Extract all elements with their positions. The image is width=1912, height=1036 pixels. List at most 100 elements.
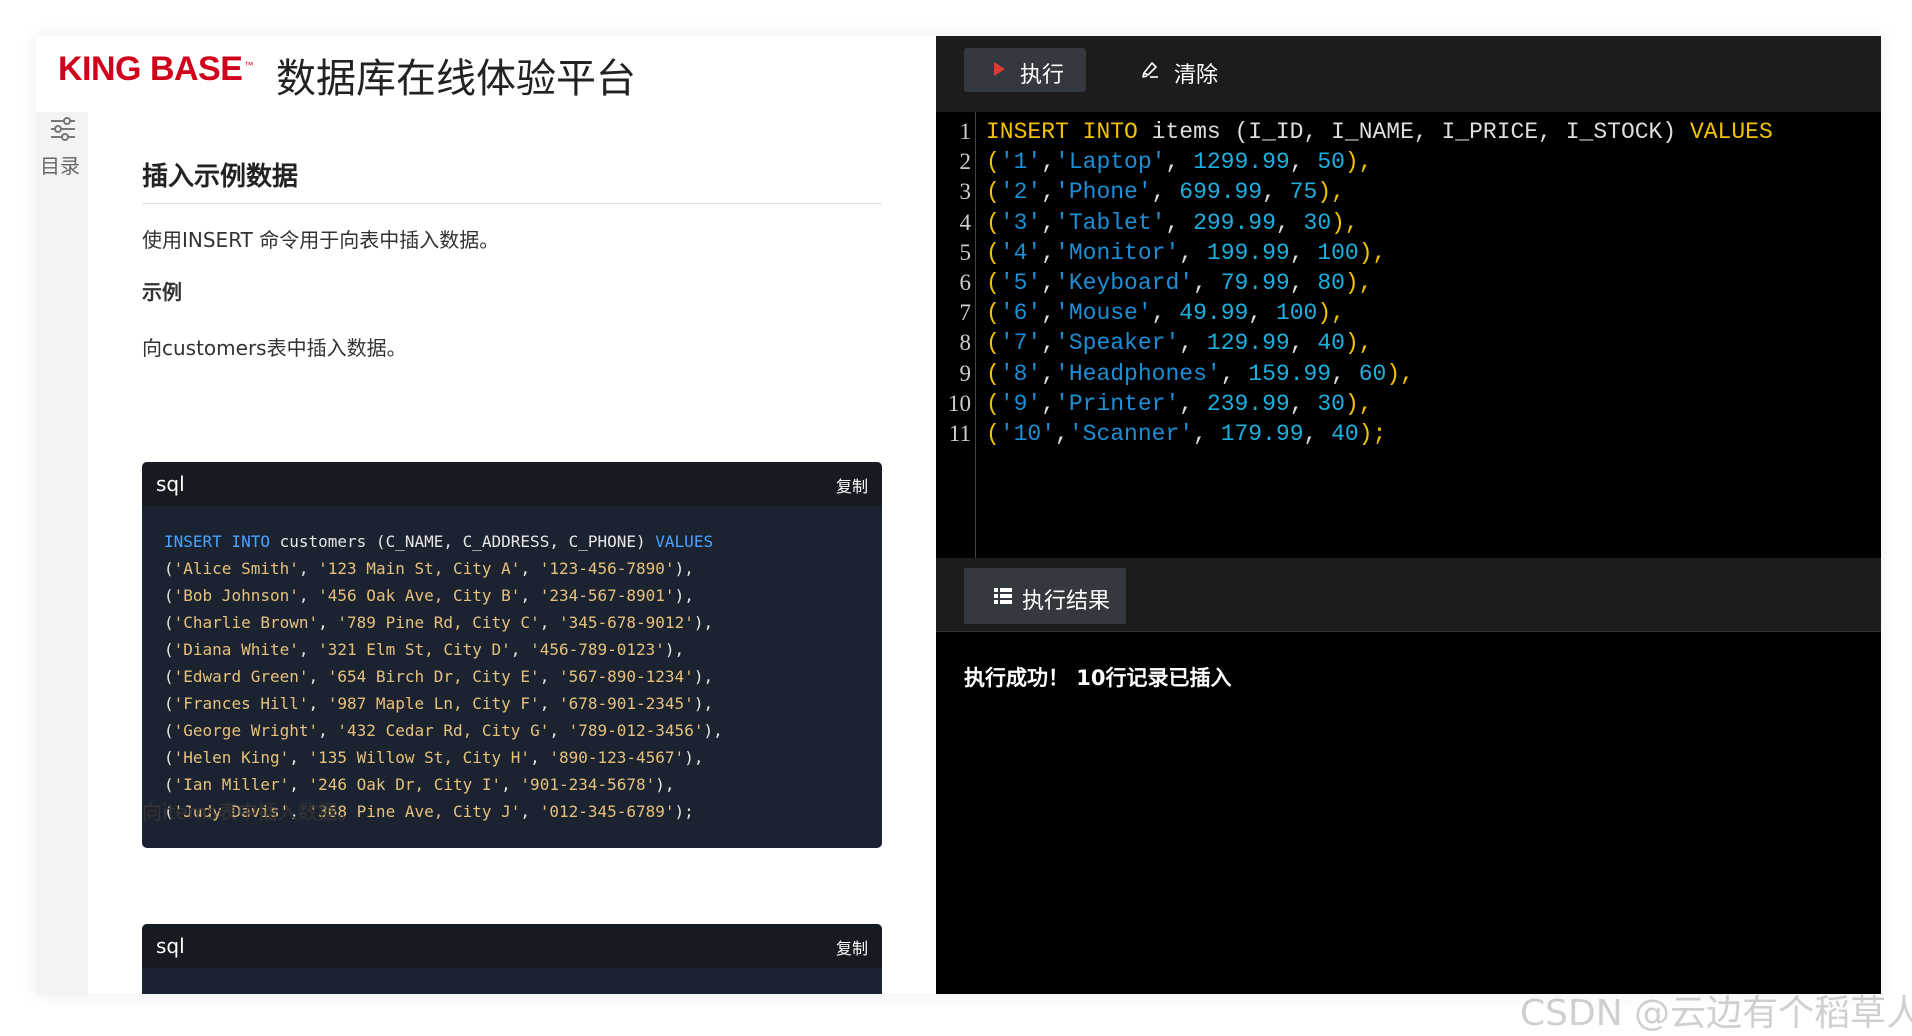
sql-string: 'Keyboard' (1055, 270, 1194, 296)
sql-string: '678-901-2345' (558, 694, 694, 713)
sql-punct: ), (1358, 239, 1387, 266)
sql-string: 'Speaker' (1055, 330, 1180, 357)
sql-punct: , (1041, 179, 1056, 206)
code-line: INSERT INTO items (I_ID, I_NAME, I_PRICE… (164, 990, 882, 994)
sql-punct: , (520, 586, 540, 605)
sql-string: '2' (999, 179, 1042, 206)
sliders-icon (51, 117, 75, 141)
sql-punct: , (308, 694, 328, 713)
sql-punct: , (1262, 179, 1290, 206)
sql-punct: , (298, 559, 319, 578)
sql-string: '9' (999, 390, 1042, 417)
sql-string: '432 Cedar Rd, City G' (337, 721, 550, 740)
customers-caption: 向customers表中插入数据。 (142, 336, 407, 360)
code-block-items: sql 复制 INSERT INTO items (I_ID, I_NAME, … (142, 924, 882, 994)
sql-number: 100 (1317, 239, 1359, 266)
sql-string: 'Tablet' (1055, 209, 1166, 236)
sql-string: '7' (999, 330, 1042, 357)
code-line: ('Alice Smith', '123 Main St, City A', '… (164, 555, 882, 582)
clear-button[interactable]: 清除 (1132, 48, 1232, 92)
sql-punct: , (1179, 239, 1207, 266)
editor-line: ('4','Monitor', 199.99, 100), (986, 240, 1386, 266)
sql-string: '234-567-8901' (539, 586, 675, 605)
sql-punct: ), (693, 694, 714, 713)
sql-punct: , (1289, 270, 1318, 296)
sql-number: 40 (1331, 421, 1359, 447)
section-heading: 插入示例数据 (142, 156, 882, 204)
items-caption: 向items表中插入数据。 (142, 800, 358, 824)
sql-number: 199.99 (1206, 239, 1290, 266)
sql-keyword: INTO (1082, 119, 1138, 145)
code-body: INSERT INTO items (I_ID, I_NAME, I_PRICE… (142, 968, 882, 994)
sql-editor[interactable]: 1 2 3 4 5 6 7 8 9 10 11 INSERT INTO items (I_ID, I… (936, 112, 1881, 558)
editor-line: ('5','Keyboard', 79.99, 80), (986, 270, 1373, 296)
sql-identifier: customers (C_NAME, C_ADDRESS, C_PHONE) (269, 532, 656, 551)
code-lang-label: sql (156, 934, 185, 958)
sql-number: 30 (1317, 390, 1345, 417)
sql-punct: , (530, 748, 550, 767)
sql-keyword: INSERT (986, 119, 1069, 145)
sql-punct: , (1303, 421, 1332, 447)
sql-string: 'Headphones' (1055, 360, 1221, 387)
editor-line: ('3','Tablet', 299.99, 30), (986, 210, 1359, 236)
copy-button[interactable]: 复制 (836, 473, 868, 497)
sql-punct: ( (986, 179, 1000, 206)
editor-line: ('2','Phone', 699.99, 75), (986, 179, 1345, 205)
sql-punct: ), (1344, 330, 1373, 357)
tab-results[interactable]: 执行结果 (964, 568, 1126, 624)
sql-punct: , (1193, 421, 1221, 447)
code-line: ('Ian Miller', '246 Oak Dr, City I', '90… (164, 771, 882, 798)
editor-line: INSERT INTO items (I_ID, I_NAME, I_PRICE… (986, 119, 1773, 145)
copy-button[interactable]: 复制 (836, 935, 868, 959)
sql-punct: ( (986, 360, 1000, 387)
sql-punct: , (1041, 270, 1056, 296)
sql-punct: , (549, 721, 569, 740)
sql-punct: , (520, 802, 540, 821)
toc-toggle[interactable]: 目录 (36, 112, 88, 994)
sql-string: 'Monitor' (1055, 239, 1180, 266)
code-line: ('Helen King', '135 Willow St, City H', … (164, 744, 882, 771)
site-title: 数据库在线体验平台 (276, 56, 636, 102)
line-number: 6 (959, 270, 972, 295)
sql-punct: ( (986, 390, 1000, 417)
play-icon (994, 62, 1005, 76)
sql-punct: ), (674, 586, 694, 605)
sql-keyword: VALUES (655, 532, 714, 551)
sql-number: 179.99 (1220, 421, 1304, 447)
sql-string: 'Helen King' (173, 748, 290, 767)
sql-punct: , (1289, 330, 1318, 357)
sql-number: 75 (1289, 179, 1318, 206)
code-block-header: sql 复制 (142, 462, 882, 506)
sql-punct: , (520, 559, 540, 578)
code-block-customers: sql 复制 INSERT INTO customers (C_NAME, C_… (142, 462, 882, 848)
code-line: ('George Wright', '432 Cedar Rd, City G'… (164, 717, 882, 744)
sql-number: 159.99 (1248, 360, 1332, 387)
editor-line: ('10','Scanner', 179.99, 40); (986, 421, 1386, 447)
sql-punct: ( (986, 209, 1000, 236)
sql-string: '4' (999, 239, 1042, 266)
sql-number: 50 (1317, 149, 1345, 176)
doc-panel: KING BASE ™ 数据库在线体验平台 目录 插入示例数据 使用INSERT … (36, 36, 936, 994)
sql-punct: , (1041, 300, 1056, 327)
sql-string: '123-456-7890' (539, 559, 675, 578)
line-number: 7 (959, 300, 972, 326)
sql-string: 'Bob Johnson' (173, 586, 299, 605)
sql-punct: ( (164, 613, 174, 632)
sql-punct: , (1055, 421, 1069, 447)
sql-punct: ( (164, 721, 174, 740)
sql-string: 'Edward Green' (173, 667, 309, 686)
sql-punct: ( (986, 239, 1000, 266)
sql-punct: ), (703, 721, 723, 740)
results-tabbar: 执行结果 (936, 558, 1881, 632)
sql-number: 1299.99 (1193, 149, 1290, 176)
sql-punct: ), (664, 640, 685, 659)
sql-punct: ), (693, 613, 714, 632)
sql-punct: , (1041, 149, 1056, 176)
run-button[interactable]: 执行 (964, 48, 1086, 92)
sql-punct: ( (164, 694, 174, 713)
sql-punct: , (510, 640, 531, 659)
sql-punct: , (1165, 209, 1194, 236)
sql-punct: , (318, 613, 338, 632)
doc-content: 插入示例数据 使用INSERT 命令用于向表中插入数据。 示例 向custome… (88, 112, 936, 994)
sql-string: '345-678-9012' (558, 613, 694, 632)
